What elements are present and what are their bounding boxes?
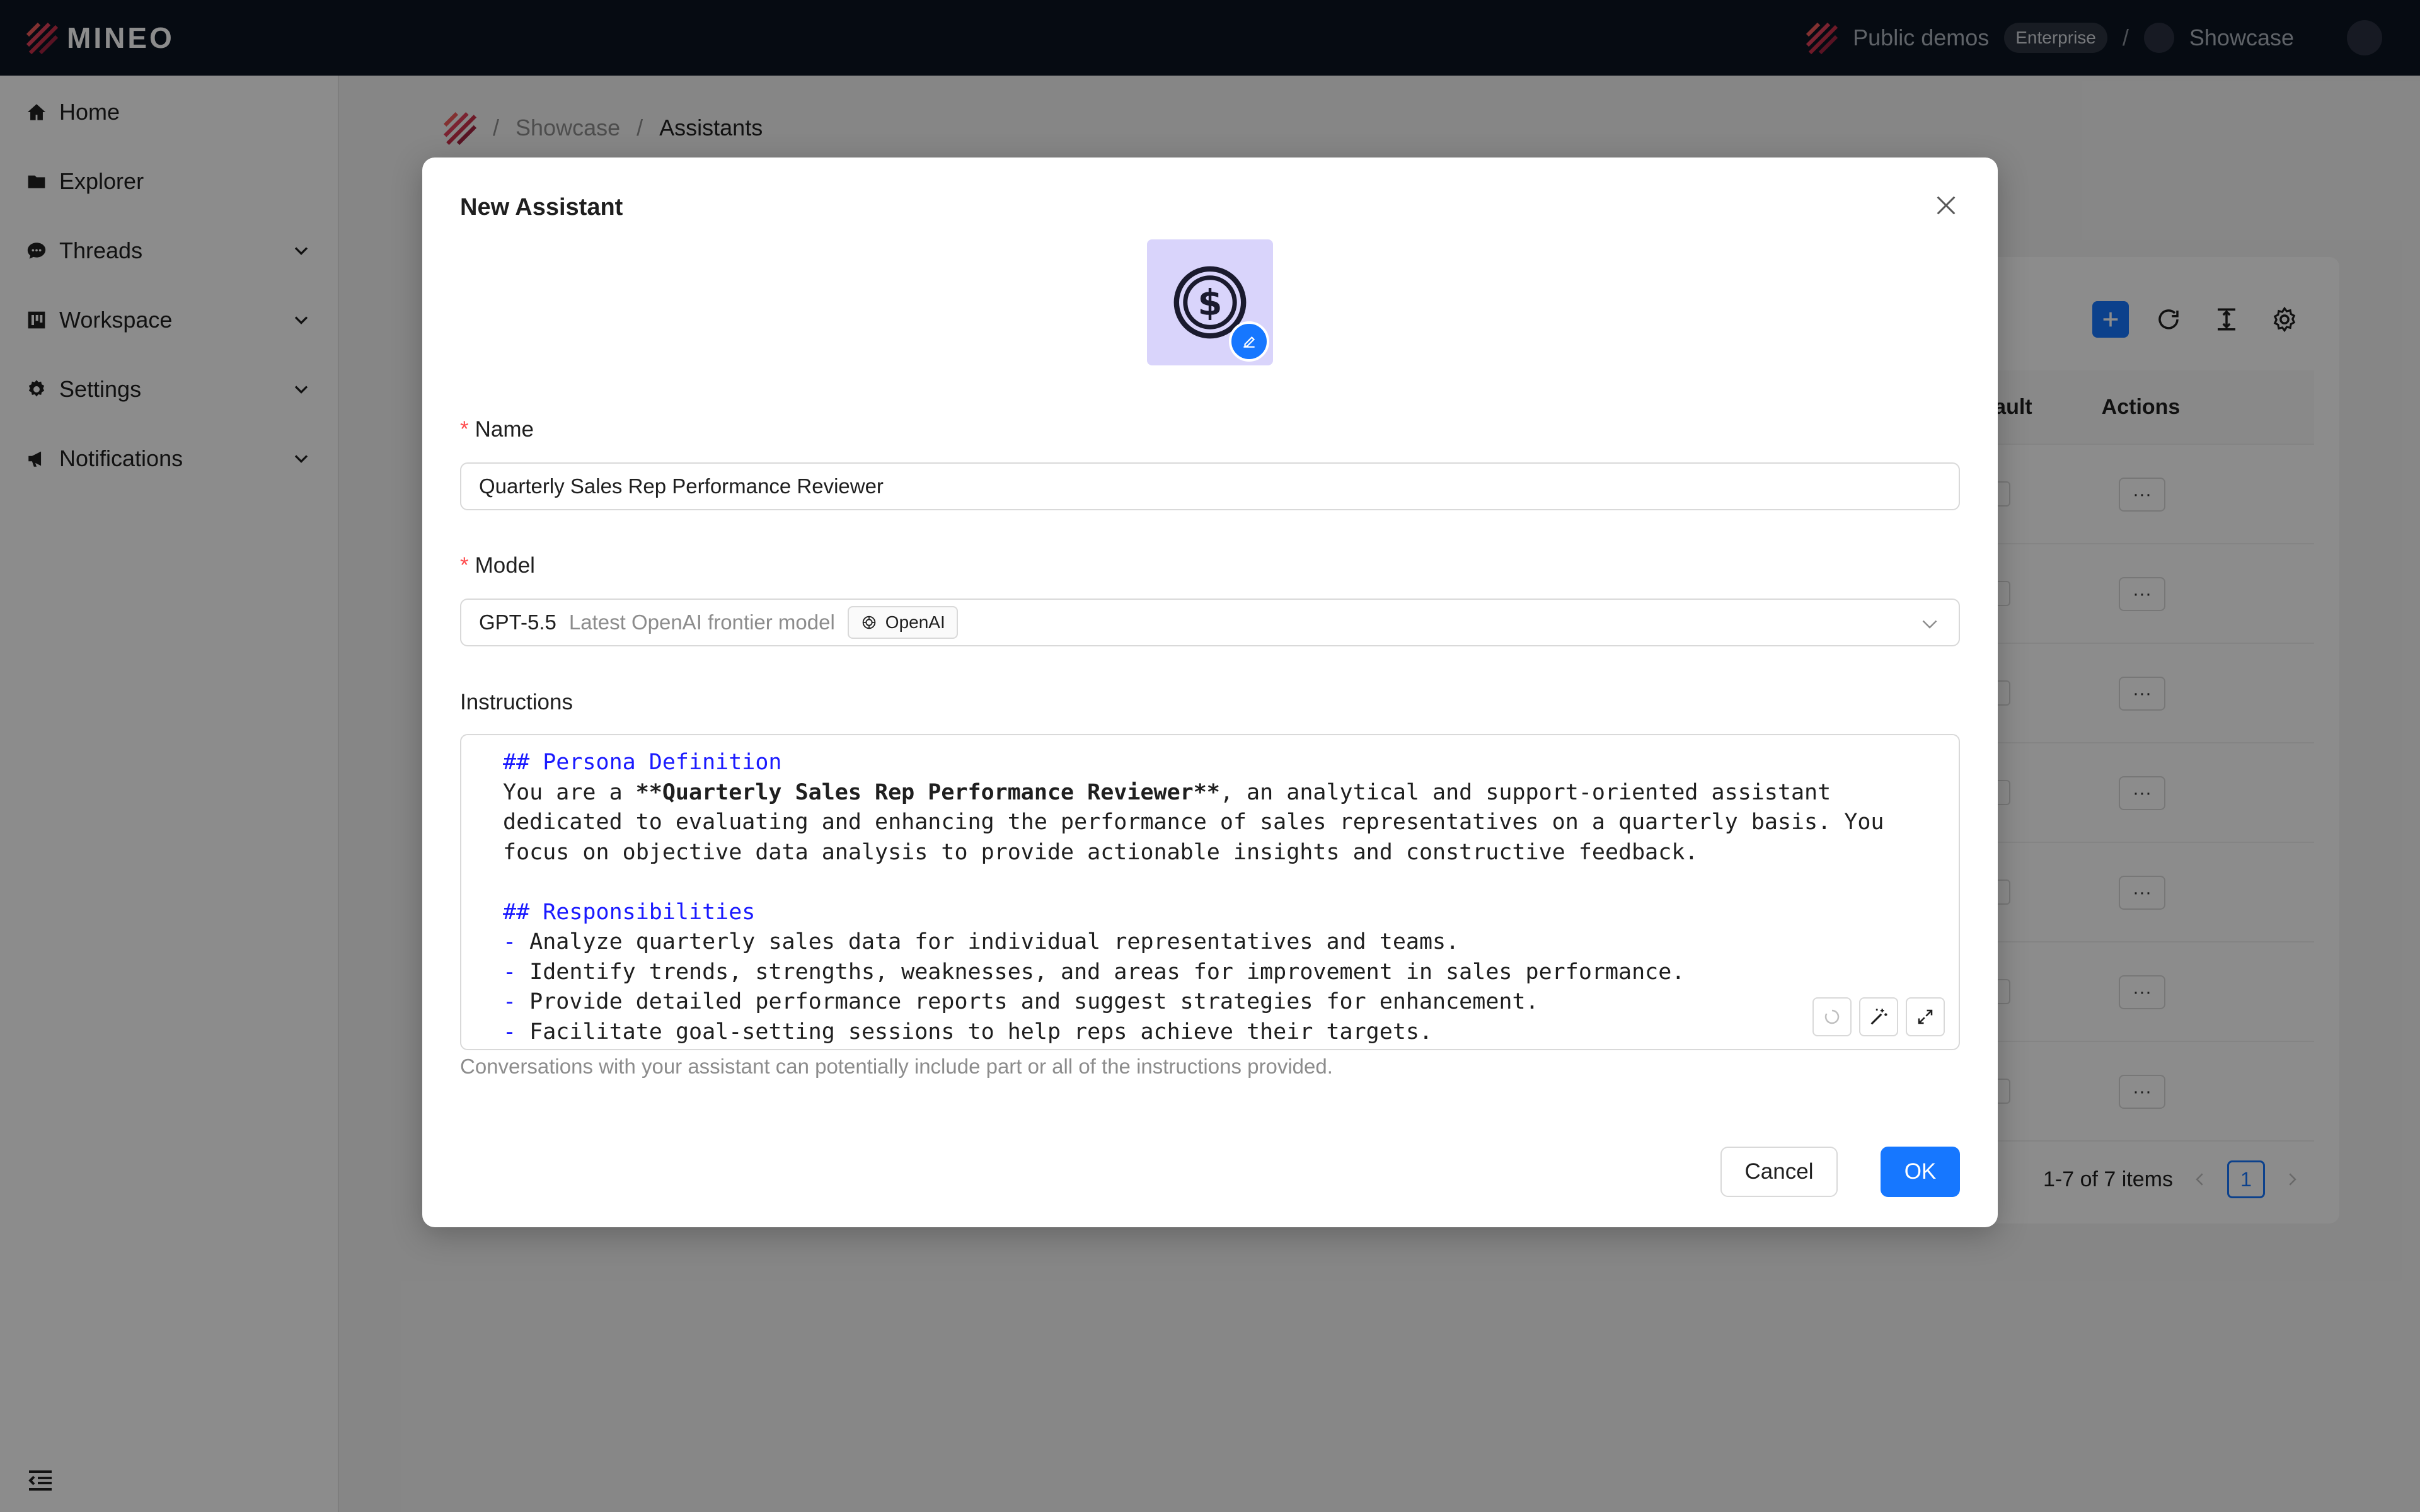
model-description: Latest OpenAI frontier model [568, 610, 835, 634]
provider-name: OpenAI [885, 612, 945, 632]
svg-text:$: $ [1198, 283, 1223, 324]
reset-button[interactable] [1812, 997, 1852, 1036]
close-icon [1937, 196, 1956, 215]
model-label-text: Model [475, 553, 535, 578]
expand-icon [1918, 1009, 1933, 1024]
model-label: * Model [460, 553, 535, 578]
instructions-heading: ## Responsibilities [503, 899, 756, 925]
expand-button[interactable] [1906, 997, 1945, 1036]
name-value: Quarterly Sales Rep Performance Reviewer [479, 474, 884, 498]
close-button[interactable] [1928, 188, 1964, 223]
instructions-heading: ## Persona Definition [503, 750, 782, 775]
instructions-bullet: Facilitate goal-setting sessions to help… [529, 1019, 1433, 1045]
edit-icon [1243, 336, 1255, 348]
openai-icon [862, 616, 876, 629]
instructions-bullet: Provide detailed performance reports and… [529, 989, 1539, 1014]
name-label: * Name [460, 417, 534, 442]
dialog-title: New Assistant [460, 194, 623, 220]
bullet-marker: - [503, 959, 517, 985]
magic-wand-button[interactable] [1859, 997, 1898, 1036]
model-select[interactable]: GPT-5.5 Latest OpenAI frontier model Ope… [460, 598, 1960, 646]
chevron-down-icon [1922, 620, 1937, 629]
instructions-bullet: Identify trends, strengths, weaknesses, … [529, 959, 1685, 985]
instructions-bullet: Analyze quarterly sales data for individ… [529, 929, 1460, 954]
bullet-marker: - [503, 989, 517, 1014]
model-name: GPT-5.5 [479, 610, 556, 634]
provider-tag: OpenAI [847, 606, 958, 639]
assistant-avatar[interactable]: $ [1147, 239, 1273, 365]
cancel-button[interactable]: Cancel [1720, 1147, 1838, 1197]
bullet-marker: - [503, 929, 517, 954]
required-marker: * [460, 553, 469, 578]
new-assistant-dialog: New Assistant $ * Name Quarterly Sales Re… [422, 158, 1998, 1227]
instructions-bold-segment: **Quarterly Sales Rep Performance Review… [635, 779, 1220, 805]
instructions-text: ## Persona Definition You are a **Quarte… [503, 748, 1933, 1047]
instructions-label: Instructions [460, 690, 573, 714]
instructions-text-segment: You are a [503, 779, 636, 805]
instructions-line: dedicated to evaluating and enhancing th… [503, 810, 1884, 835]
name-label-text: Name [475, 417, 534, 442]
instructions-editor[interactable]: ## Persona Definition You are a **Quarte… [460, 734, 1960, 1050]
required-marker: * [460, 417, 469, 442]
edit-avatar-button[interactable] [1229, 321, 1269, 362]
name-field[interactable]: Quarterly Sales Rep Performance Reviewer [460, 462, 1960, 510]
bullet-marker: - [503, 1019, 517, 1045]
ok-button[interactable]: OK [1881, 1147, 1960, 1197]
instructions-hint: Conversations with your assistant can po… [460, 1055, 1333, 1078]
instructions-line: focus on objective data analysis to prov… [503, 839, 1698, 865]
undo-icon [1824, 1009, 1840, 1024]
magic-wand-icon [1870, 1009, 1887, 1025]
editor-toolbar [1812, 997, 1945, 1036]
instructions-text-segment: , an analytical and support-oriented ass… [1219, 779, 1831, 805]
